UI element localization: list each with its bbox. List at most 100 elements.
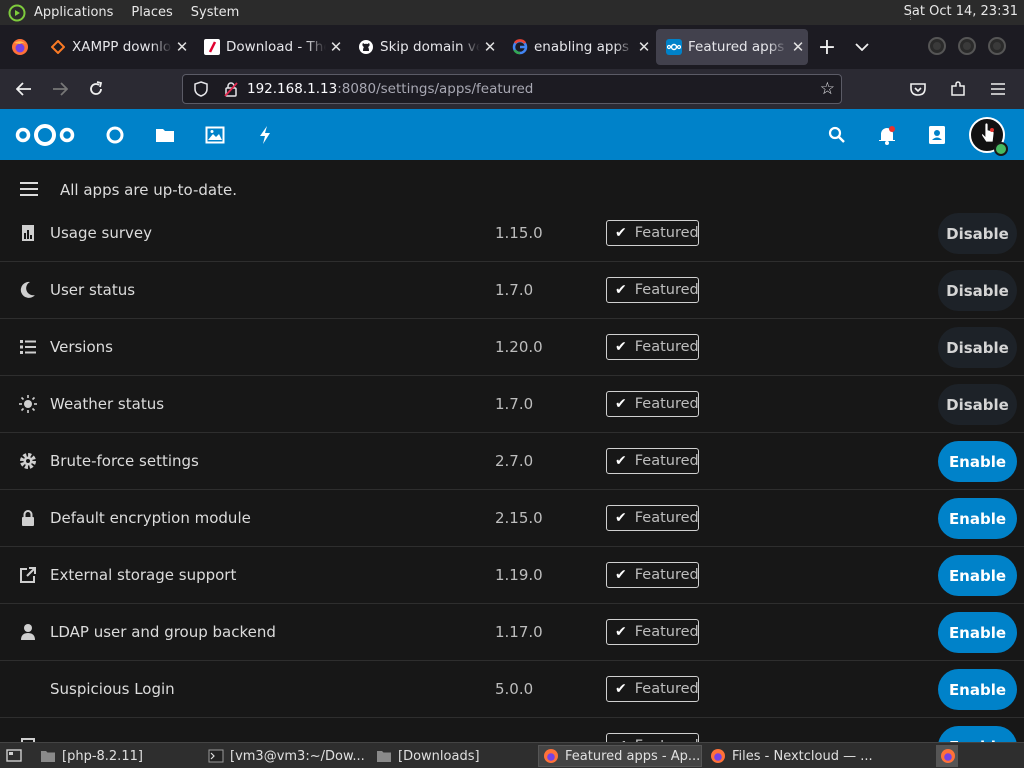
tab-close-icon[interactable]: ✕ xyxy=(788,38,808,56)
forward-arrow-icon[interactable] xyxy=(42,73,78,105)
toolbar-right xyxy=(900,73,1016,105)
files-folder-icon[interactable] xyxy=(153,123,177,147)
taskbar-item-downloads[interactable]: [Downloads] xyxy=(372,745,534,767)
panel-clock[interactable]: Sat Oct 14, 23:31 xyxy=(904,4,1018,19)
enable-button[interactable]: Enable xyxy=(938,669,1017,710)
photos-image-icon[interactable] xyxy=(203,123,227,147)
notifications-bell-icon[interactable] xyxy=(875,123,899,147)
app-version: 1.7.0 xyxy=(495,395,534,413)
url-bar[interactable]: 192.168.1.13:8080/settings/apps/featured… xyxy=(182,74,842,104)
disable-button[interactable]: Disable xyxy=(938,213,1017,254)
enable-button[interactable]: Enable xyxy=(938,441,1017,482)
navigation-toggle-icon[interactable] xyxy=(20,182,38,196)
back-arrow-icon[interactable] xyxy=(6,73,42,105)
taskbar-item-php[interactable]: [php-8.2.11] xyxy=(36,745,198,767)
app-row-suspicious-login[interactable]: Suspicious Login 5.0.0 ✔ Featured Enable xyxy=(0,661,1024,718)
tab-close-icon[interactable]: ✕ xyxy=(326,38,346,56)
app-row-weather-status[interactable]: Weather status 1.7.0 ✔ Featured Disable xyxy=(0,376,1024,433)
app-row-external-storage-support[interactable]: External storage support 1.19.0 ✔ Feature… xyxy=(0,547,1024,604)
app-name[interactable]: LDAP user and group backend xyxy=(50,623,276,641)
list-all-tabs-icon[interactable] xyxy=(844,39,880,55)
tab-featured-apps[interactable]: Featured apps - ✕ xyxy=(656,29,808,65)
new-tab-icon[interactable]: + xyxy=(810,35,844,60)
app-row-partial[interactable]: ✔Featured Enable xyxy=(0,718,1024,742)
nextcloud-header xyxy=(0,109,1024,160)
app-name[interactable]: Brute-force settings xyxy=(50,452,199,470)
contacts-icon[interactable] xyxy=(925,123,949,147)
tab-close-icon[interactable]: ✕ xyxy=(172,38,192,56)
featured-badge: ✔Featured xyxy=(606,448,699,474)
tab-label: Download - The xyxy=(226,39,326,55)
insecure-lock-icon[interactable] xyxy=(219,81,243,97)
tab-close-icon[interactable]: ✕ xyxy=(634,38,654,56)
app-row-usage-survey[interactable]: Usage survey 1.15.0 ✔ Featured Disable xyxy=(0,205,1024,262)
taskbar-item-featured-apps[interactable]: Featured apps - Ap... xyxy=(538,745,702,767)
gear-icon xyxy=(18,451,38,471)
firefox-icon xyxy=(710,748,726,764)
extensions-puzzle-icon[interactable] xyxy=(940,73,976,105)
sun-icon xyxy=(18,394,38,414)
app-name[interactable]: External storage support xyxy=(50,566,236,584)
app-name[interactable]: Usage survey xyxy=(50,224,152,242)
tab-download[interactable]: Download - The ✕ xyxy=(194,29,346,65)
app-name[interactable]: Default encryption module xyxy=(50,509,251,527)
app-name[interactable]: Weather status xyxy=(50,395,164,413)
tab-close-icon[interactable]: ✕ xyxy=(480,38,500,56)
enable-button[interactable]: Enable xyxy=(938,498,1017,539)
github-icon xyxy=(358,39,374,55)
checkmark-icon: ✔ xyxy=(615,453,627,469)
tab-label: XAMPP download xyxy=(72,39,172,55)
nextcloud-logo-icon[interactable] xyxy=(14,121,76,153)
search-icon[interactable] xyxy=(825,123,849,147)
enable-button[interactable]: Enable xyxy=(938,726,1017,742)
nextcloud-icon xyxy=(666,39,682,55)
disable-button[interactable]: Disable xyxy=(938,270,1017,311)
close-window-icon[interactable] xyxy=(988,37,1006,55)
app-row-default-encryption-module[interactable]: Default encryption module 2.15.0 ✔ Featur… xyxy=(0,490,1024,547)
featured-badge: ✔Featured xyxy=(606,505,699,531)
taskbar-item-terminal[interactable]: [vm3@vm3:~/Dow... xyxy=(204,745,366,767)
app-row-versions[interactable]: Versions 1.20.0 ✔ Featured Disable xyxy=(0,319,1024,376)
tab-github[interactable]: Skip domain veri ✕ xyxy=(348,29,500,65)
maximize-window-icon[interactable] xyxy=(958,37,976,55)
user-avatar[interactable] xyxy=(969,117,1008,156)
bookmark-star-icon[interactable]: ☆ xyxy=(820,79,835,99)
app-version: 1.20.0 xyxy=(495,338,543,356)
app-row-ldap-user-and-group-backend[interactable]: LDAP user and group backend 1.17.0 ✔ Feat… xyxy=(0,604,1024,661)
places-menu[interactable]: Places xyxy=(131,5,172,20)
distro-logo-icon[interactable] xyxy=(6,2,28,24)
app-row-user-status[interactable]: User status 1.7.0 ✔ Featured Disable xyxy=(0,262,1024,319)
disable-button[interactable]: Disable xyxy=(938,384,1017,425)
disable-button[interactable]: Disable xyxy=(938,327,1017,368)
enable-button[interactable]: Enable xyxy=(938,612,1017,653)
tab-strip: XAMPP download ✕ Download - The ✕ Skip d… xyxy=(0,25,1024,69)
workspace-firefox-icon[interactable] xyxy=(936,745,958,767)
navigation-toolbar: 192.168.1.13:8080/settings/apps/featured… xyxy=(0,69,1024,109)
external-link-icon xyxy=(18,565,38,585)
app-name[interactable]: Suspicious Login xyxy=(50,680,175,698)
show-desktop-icon[interactable] xyxy=(2,745,30,767)
taskbar-item-files-nextcloud[interactable]: Files - Nextcloud — ... xyxy=(706,745,874,767)
reload-icon[interactable] xyxy=(78,73,114,105)
list-icon xyxy=(18,337,38,357)
app-version: 1.7.0 xyxy=(495,281,534,299)
moon-icon xyxy=(18,280,38,300)
firefox-view-icon[interactable] xyxy=(0,25,40,69)
app-name[interactable]: Versions xyxy=(50,338,113,356)
app-name[interactable]: User status xyxy=(50,281,135,299)
pocket-icon[interactable] xyxy=(900,73,936,105)
enable-button[interactable]: Enable xyxy=(938,555,1017,596)
dashboard-icon[interactable] xyxy=(103,123,127,147)
system-menu[interactable]: System xyxy=(191,5,239,20)
hamburger-menu-icon[interactable] xyxy=(980,73,1016,105)
tab-xampp[interactable]: XAMPP download ✕ xyxy=(40,29,192,65)
applications-menu[interactable]: Applications xyxy=(34,5,113,20)
checkmark-icon: ✔ xyxy=(615,396,627,412)
apps-up-to-date-message: All apps are up-to-date. xyxy=(60,181,237,199)
activity-lightning-icon[interactable] xyxy=(253,123,277,147)
app-version: 5.0.0 xyxy=(495,680,534,698)
app-row-brute-force-settings[interactable]: Brute-force settings 2.7.0 ✔ Featured Ena… xyxy=(0,433,1024,490)
shield-icon[interactable] xyxy=(189,81,213,97)
minimize-window-icon[interactable] xyxy=(928,37,946,55)
tab-google[interactable]: enabling apps si ✕ xyxy=(502,29,654,65)
